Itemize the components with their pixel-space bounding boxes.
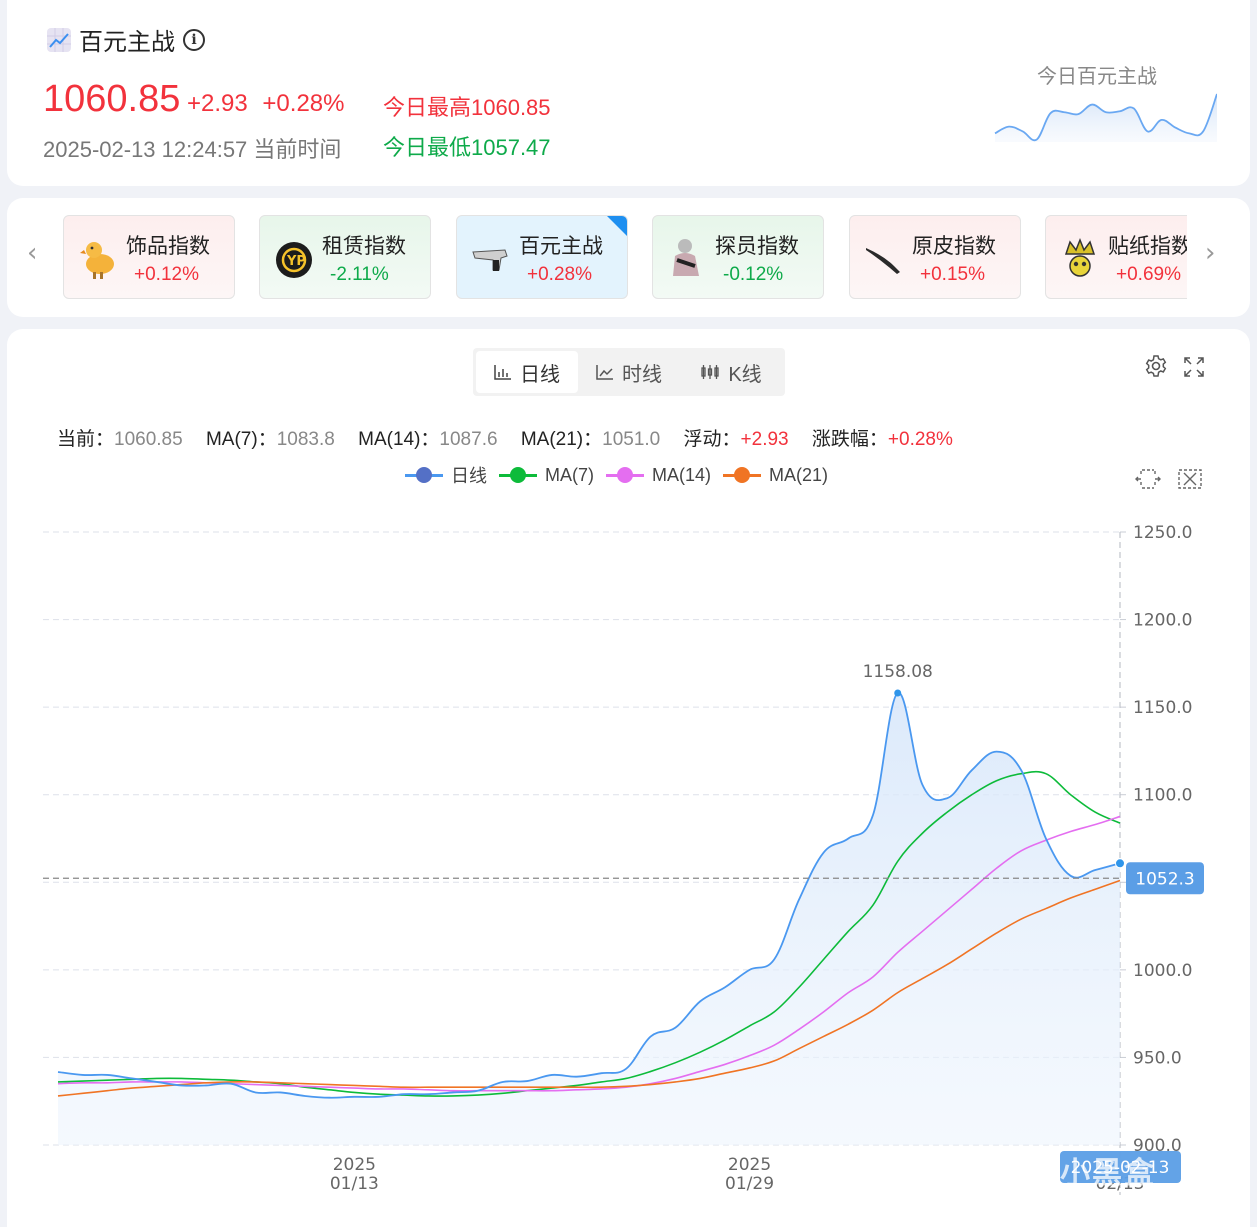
daily-price-chart[interactable]: 900.0950.01000.01050.01100.01150.01200.0…	[0, 0, 1257, 1227]
x-tick-label-year: 2025	[728, 1155, 771, 1175]
y-tick-label: 1150.0	[1133, 698, 1192, 718]
last-point	[1115, 858, 1125, 869]
y-tick-label: 1100.0	[1133, 786, 1192, 806]
max-point	[894, 689, 902, 697]
x-tick-label-date: 01/29	[725, 1174, 774, 1194]
crosshair-y-label: 1052.3	[1135, 869, 1194, 889]
watermark-logo: 小黑盒	[1060, 1157, 1156, 1190]
y-tick-label: 1000.0	[1133, 961, 1192, 981]
y-tick-label: 950.0	[1133, 1048, 1182, 1068]
x-tick-label-year: 2025	[333, 1155, 376, 1175]
y-tick-label: 1200.0	[1133, 611, 1192, 631]
max-value-label: 1158.08	[863, 662, 933, 682]
daily-area-fill	[58, 692, 1120, 1145]
y-tick-label: 1250.0	[1133, 523, 1192, 543]
x-tick-label-date: 01/13	[330, 1174, 379, 1194]
